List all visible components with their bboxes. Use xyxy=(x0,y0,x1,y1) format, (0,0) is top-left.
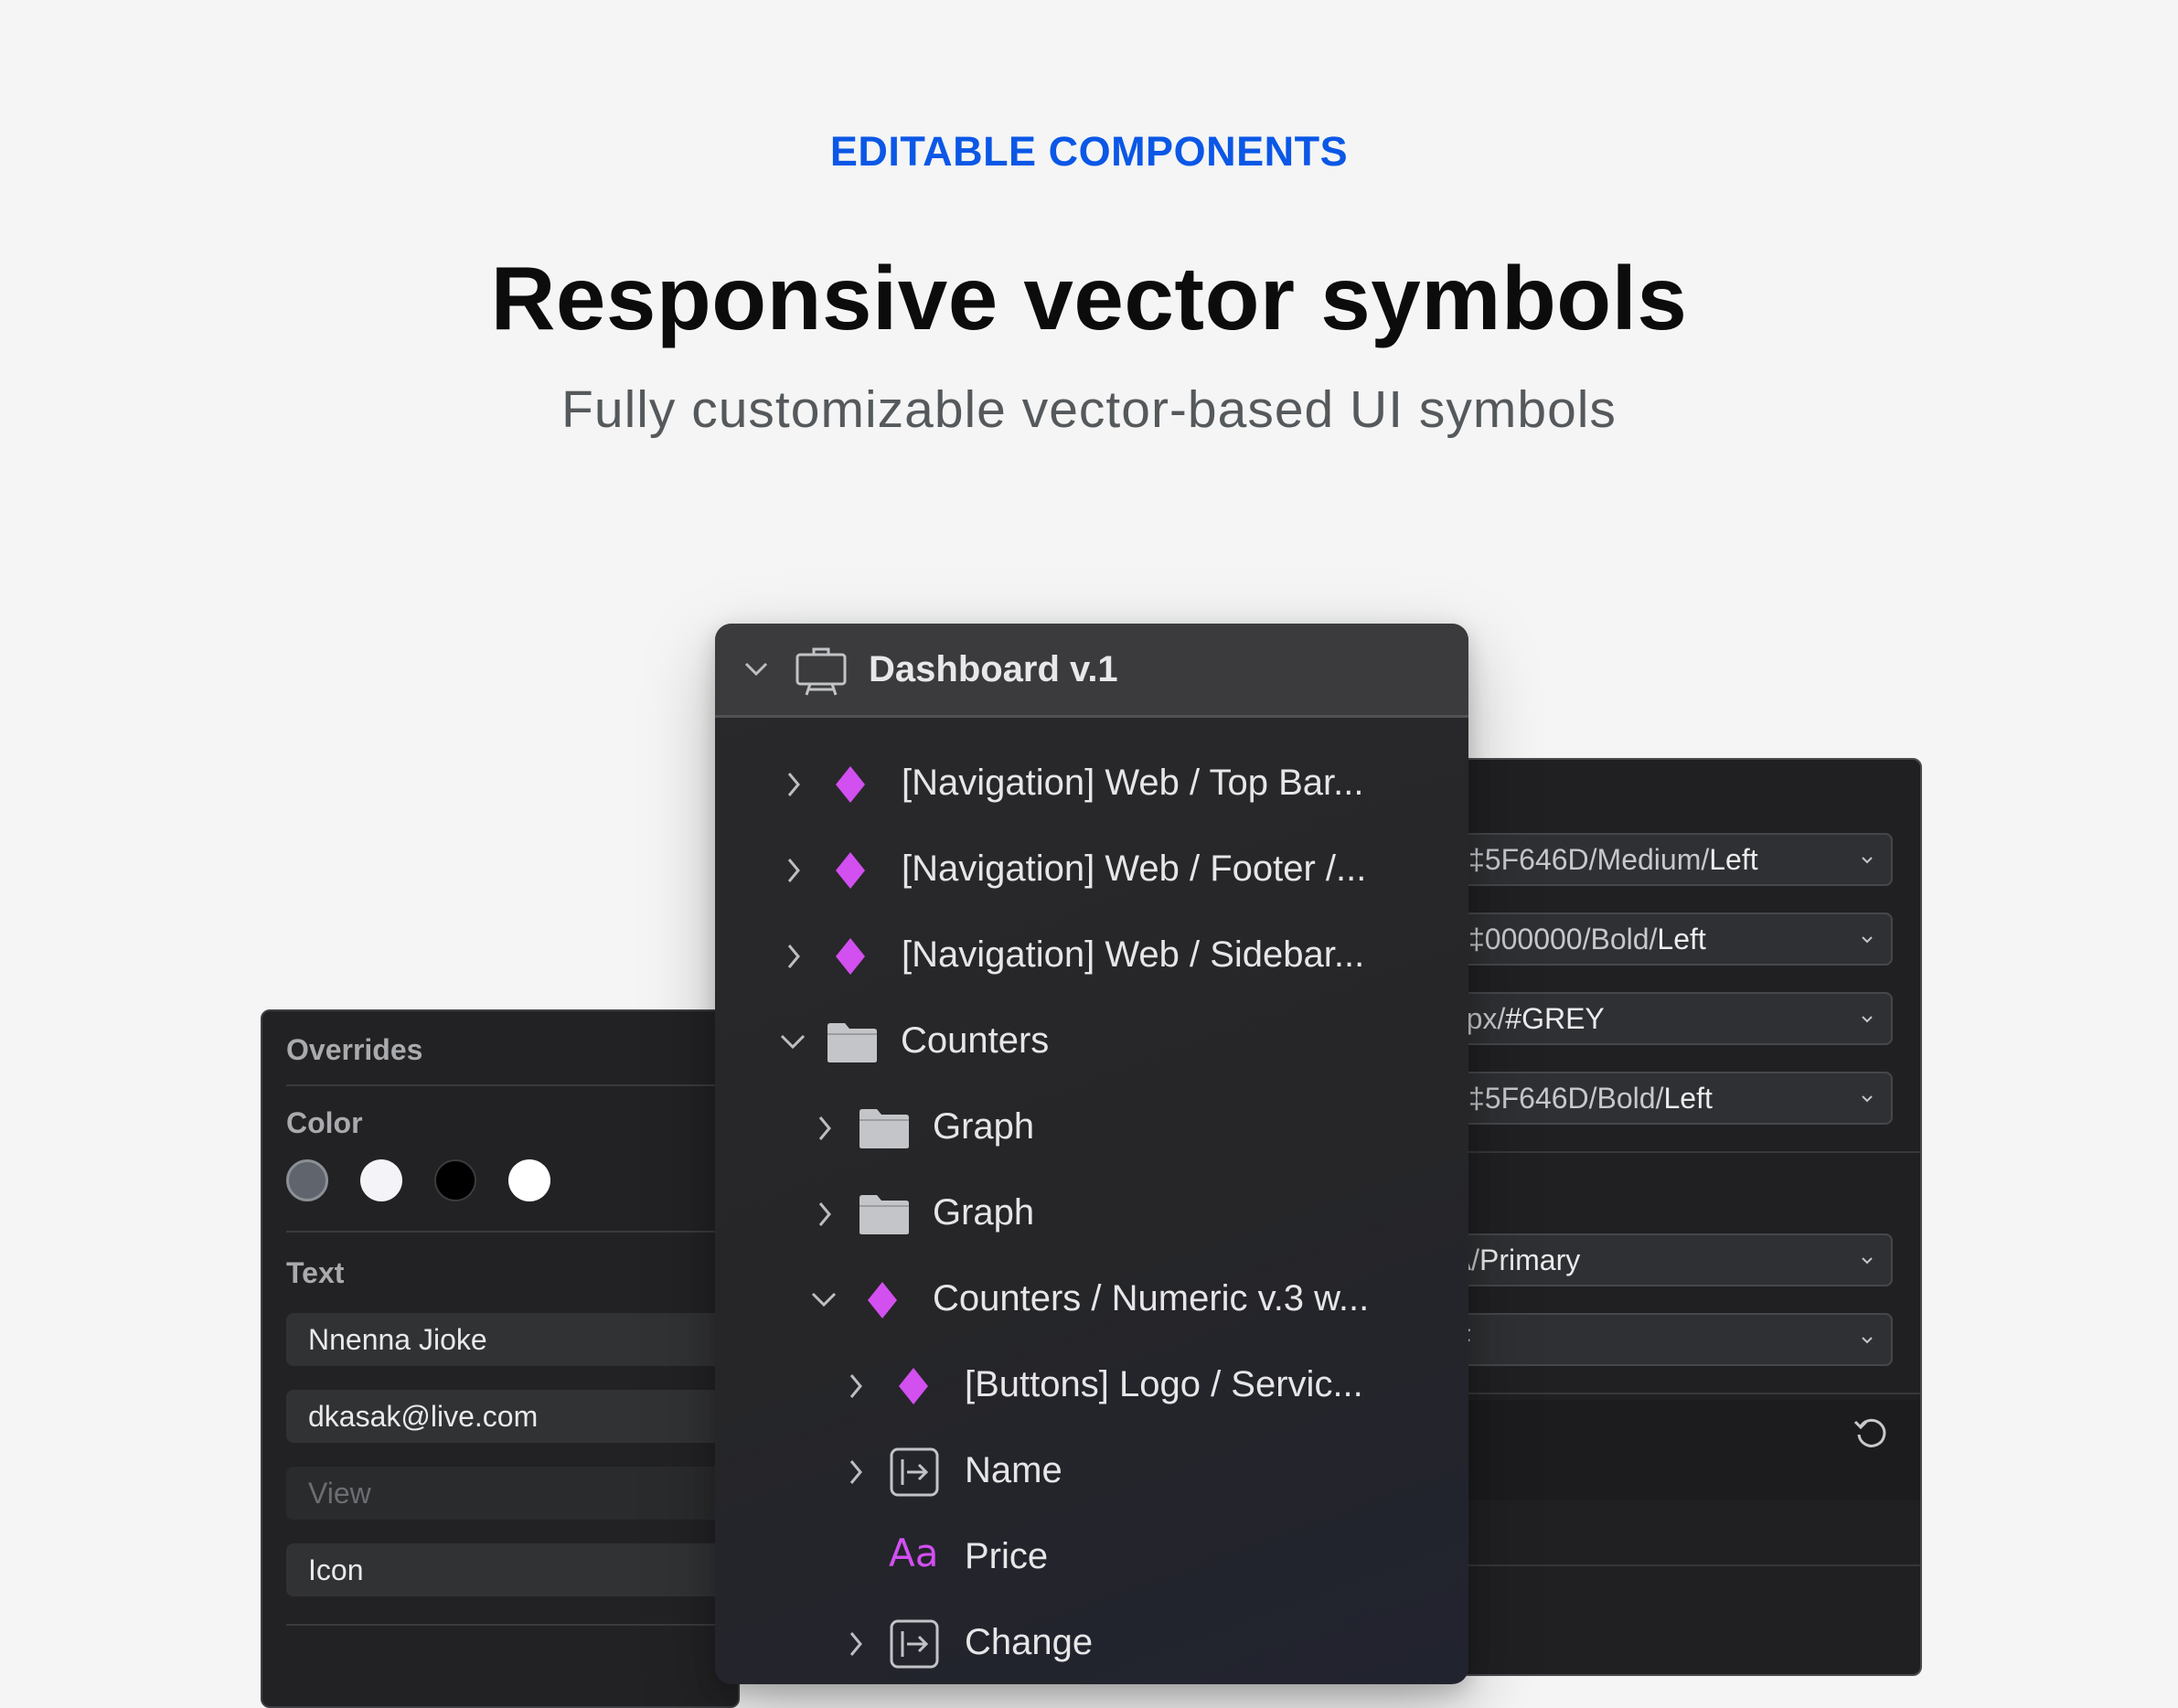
layer-label: [Navigation] Web / Sidebar... xyxy=(902,934,1365,975)
folder-icon xyxy=(859,1195,909,1234)
layer-row[interactable]: [Navigation] Web / Top Bar... xyxy=(715,748,1468,821)
page-subtitle: Fully customizable vector-based UI symbo… xyxy=(561,380,1617,439)
text-override-icon xyxy=(890,1447,939,1497)
layer-row[interactable]: Change xyxy=(715,1607,1468,1681)
chevron-down-icon[interactable] xyxy=(742,660,770,678)
text-style-select[interactable]: 16px/#GREY xyxy=(1428,992,1893,1045)
layer-row[interactable]: [Buttons] Logo / Servic... xyxy=(715,1350,1468,1423)
chevron-down-icon[interactable] xyxy=(808,1289,839,1311)
symbol-diamond-icon xyxy=(836,766,865,803)
text-style-alignment: Left xyxy=(1657,923,1706,955)
section-divider xyxy=(286,1624,738,1626)
text-style-select[interactable]: ‡5F646D/Medium/Left xyxy=(1428,833,1893,886)
layer-row[interactable]: Counters / Numeric v.3 w... xyxy=(715,1264,1468,1337)
layer-label: Graph xyxy=(933,1192,1035,1233)
text-style-value: ‡5F646D/Bold/ xyxy=(1468,1082,1664,1115)
text-override-field[interactable]: Icon xyxy=(286,1543,738,1596)
chevron-down-icon xyxy=(1862,936,1873,944)
text-style-icon: Aa xyxy=(889,1531,939,1575)
page-title: Responsive vector symbols xyxy=(490,248,1688,348)
reset-icon[interactable] xyxy=(1851,1411,1893,1453)
chevron-down-icon xyxy=(1862,1095,1873,1103)
folder-icon xyxy=(859,1109,909,1148)
section-divider xyxy=(1428,1393,1920,1394)
artboard-header[interactable]: Dashboard v.1 xyxy=(715,624,1468,718)
text-style-select[interactable]: ‡000000/Bold/Left xyxy=(1428,913,1893,966)
text-style-alignment: Left xyxy=(1709,843,1758,876)
section-eyebrow: EDITABLE COMPONENTS xyxy=(829,128,1349,175)
layer-label: Counters xyxy=(901,1020,1050,1061)
section-divider xyxy=(286,1231,738,1233)
color-label: Color xyxy=(286,1106,363,1139)
overrides-panel: Overrides Color Text Nnenna Jioke dkasak… xyxy=(261,1009,740,1708)
artboard-icon xyxy=(795,647,847,696)
symbol-diamond-icon xyxy=(836,852,865,889)
layer-row[interactable]: Counters xyxy=(715,1006,1468,1079)
layer-label: Counters / Numeric v.3 w... xyxy=(933,1278,1370,1318)
layer-label: [Navigation] Web / Top Bar... xyxy=(902,763,1364,803)
layer-label: Price xyxy=(965,1536,1049,1576)
layer-row[interactable]: Graph xyxy=(715,1092,1468,1165)
chevron-right-icon[interactable] xyxy=(847,1372,865,1401)
styles-panel: s ‡5F646D/Medium/Left ‡000000/Bold/Left … xyxy=(1426,758,1922,1676)
chevron-down-icon xyxy=(1862,1016,1873,1023)
layer-row[interactable]: Aa Price xyxy=(715,1521,1468,1595)
symbol-diamond-icon xyxy=(868,1282,897,1318)
layer-row[interactable]: Name xyxy=(715,1436,1468,1509)
layer-label: Change xyxy=(965,1622,1094,1662)
reset-row xyxy=(1428,1400,1920,1500)
section-divider xyxy=(1428,1564,1920,1566)
chevron-down-icon xyxy=(1862,1257,1873,1265)
layer-label: Name xyxy=(965,1450,1062,1490)
text-override-field[interactable]: Nnenna Jioke xyxy=(286,1313,738,1366)
color-swatch-white[interactable] xyxy=(508,1159,550,1201)
section-divider xyxy=(1428,1151,1920,1153)
layer-style-select[interactable]: FF xyxy=(1428,1313,1893,1366)
overrides-title: Overrides xyxy=(286,1033,423,1066)
text-style-select[interactable]: ‡5F646D/Bold/Left xyxy=(1428,1072,1893,1125)
text-style-value: ‡5F646D/Medium/ xyxy=(1468,843,1710,876)
text-override-icon xyxy=(890,1619,939,1669)
section-divider xyxy=(286,1084,738,1086)
chevron-down-icon xyxy=(1862,857,1873,864)
layer-row[interactable]: [Navigation] Web / Footer /... xyxy=(715,834,1468,907)
chevron-down-icon[interactable] xyxy=(777,1031,808,1053)
symbol-diamond-icon xyxy=(836,938,865,975)
text-style-color: #GREY xyxy=(1505,1002,1605,1035)
text-style-value: ‡000000/Bold/ xyxy=(1468,923,1658,955)
folder-icon xyxy=(827,1023,877,1062)
color-swatch-grey[interactable] xyxy=(286,1159,328,1201)
layers-panel: Dashboard v.1 [Navigation] Web / Top Bar… xyxy=(715,624,1468,1684)
text-override-field[interactable]: View xyxy=(286,1467,738,1520)
chevron-right-icon[interactable] xyxy=(785,942,803,971)
text-style-alignment: Left xyxy=(1663,1082,1713,1115)
layer-label: [Buttons] Logo / Servic... xyxy=(965,1364,1363,1404)
layer-label: [Navigation] Web / Footer /... xyxy=(902,849,1367,889)
chevron-down-icon xyxy=(1862,1337,1873,1344)
layer-label: Graph xyxy=(933,1106,1035,1147)
chevron-right-icon[interactable] xyxy=(816,1200,834,1229)
artboard-title: Dashboard v.1 xyxy=(869,649,1118,689)
chevron-right-icon[interactable] xyxy=(847,1629,865,1659)
chevron-right-icon[interactable] xyxy=(785,770,803,799)
text-label: Text xyxy=(286,1256,345,1289)
text-override-field[interactable]: dkasak@live.com xyxy=(286,1390,738,1443)
chevron-right-icon[interactable] xyxy=(847,1457,865,1487)
color-swatch-black[interactable] xyxy=(434,1159,476,1201)
layer-row[interactable]: [Navigation] Web / Sidebar... xyxy=(715,920,1468,993)
color-swatch-light[interactable] xyxy=(360,1159,402,1201)
layer-style-select[interactable]: FA/Primary xyxy=(1428,1233,1893,1286)
chevron-right-icon[interactable] xyxy=(785,856,803,885)
layer-row[interactable]: Graph xyxy=(715,1178,1468,1251)
symbol-diamond-icon xyxy=(899,1368,928,1404)
chevron-right-icon[interactable] xyxy=(816,1114,834,1143)
layer-style-name: Primary xyxy=(1479,1244,1581,1276)
